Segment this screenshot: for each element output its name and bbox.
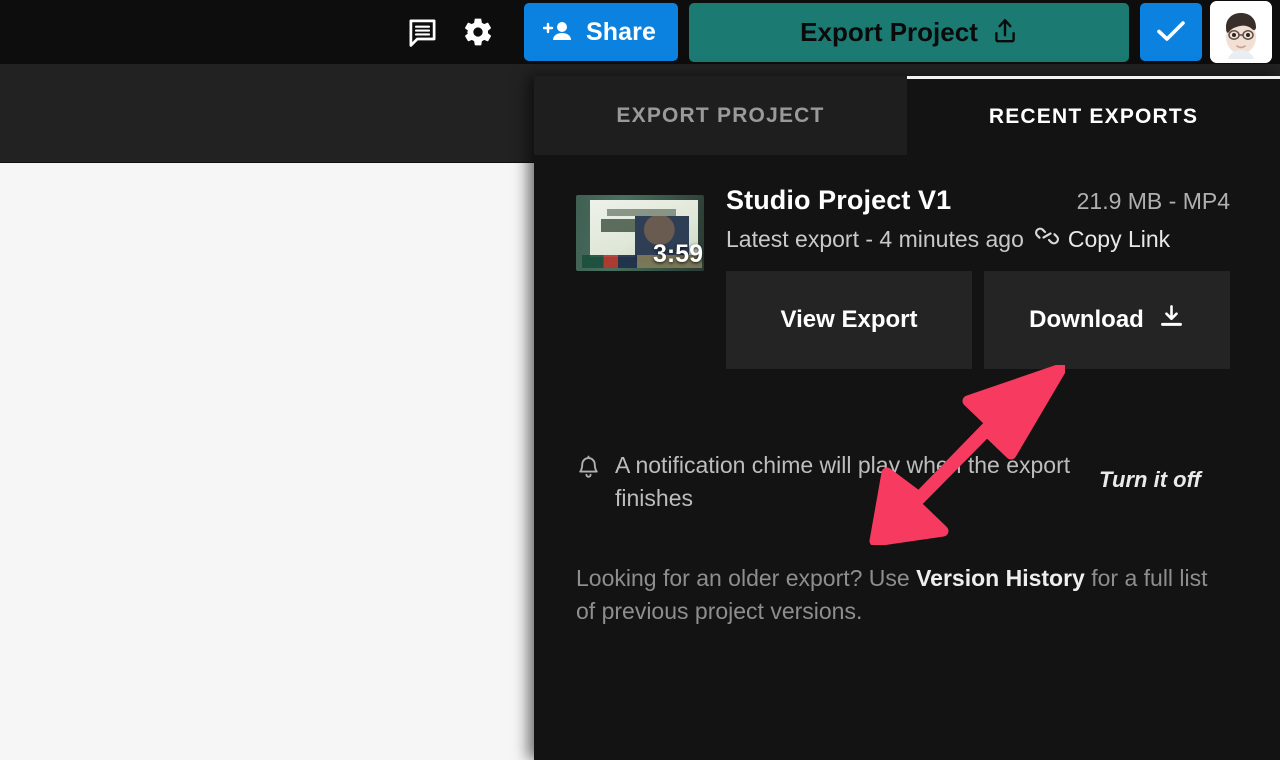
add-person-icon bbox=[542, 18, 573, 47]
export-header-line: Studio Project V1 21.9 MB - MP4 bbox=[726, 185, 1230, 216]
bell-icon bbox=[576, 455, 601, 487]
turn-off-notification-link[interactable]: Turn it off bbox=[1099, 467, 1201, 493]
upload-icon bbox=[992, 17, 1018, 48]
app-root: Share Export Project EXPORT PROJECT RECE… bbox=[0, 0, 1280, 760]
panel-body: 3:59 Studio Project V1 21.9 MB - MP4 Lat… bbox=[534, 155, 1280, 628]
export-details: Studio Project V1 21.9 MB - MP4 Latest e… bbox=[726, 185, 1230, 369]
share-button[interactable]: Share bbox=[524, 3, 678, 61]
check-icon bbox=[1155, 18, 1187, 47]
recent-exports-panel: EXPORT PROJECT RECENT EXPORTS 3:59 Studi… bbox=[534, 76, 1280, 760]
confirm-button[interactable] bbox=[1140, 3, 1202, 61]
export-actions: View Export Download bbox=[726, 271, 1230, 369]
older-note-prefix: Looking for an older export? Use bbox=[576, 565, 917, 592]
export-duration: 3:59 bbox=[652, 240, 703, 268]
editor-topbar: Share Export Project bbox=[0, 0, 1280, 64]
download-button[interactable]: Download bbox=[984, 271, 1230, 369]
older-export-note: Looking for an older export? Use Version… bbox=[576, 562, 1221, 627]
copy-link-button[interactable]: Copy Link bbox=[1068, 226, 1170, 253]
avatar[interactable] bbox=[1210, 1, 1272, 63]
export-status: Latest export - 4 minutes ago bbox=[726, 225, 1024, 252]
export-thumbnail[interactable]: 3:59 bbox=[576, 195, 704, 271]
version-history-link[interactable]: Version History bbox=[916, 565, 1085, 591]
link-icon bbox=[1034, 225, 1060, 253]
notification-text: A notification chime will play when the … bbox=[615, 452, 1071, 511]
tab-recent-exports[interactable]: RECENT EXPORTS bbox=[907, 76, 1280, 155]
view-export-button[interactable]: View Export bbox=[726, 271, 972, 369]
export-status-line: Latest export - 4 minutes ago Copy Link bbox=[726, 225, 1230, 253]
export-item: 3:59 Studio Project V1 21.9 MB - MP4 Lat… bbox=[576, 185, 1230, 369]
download-label: Download bbox=[1029, 306, 1144, 333]
tab-export-project[interactable]: EXPORT PROJECT bbox=[534, 76, 907, 155]
view-export-label: View Export bbox=[780, 306, 918, 333]
avatar-illustration bbox=[1210, 1, 1272, 63]
comments-button[interactable] bbox=[394, 0, 450, 64]
panel-tabs: EXPORT PROJECT RECENT EXPORTS bbox=[534, 76, 1280, 155]
gear-icon bbox=[462, 16, 494, 48]
share-label: Share bbox=[586, 17, 656, 46]
export-project-button[interactable]: Export Project bbox=[689, 2, 1129, 62]
export-project-label: Export Project bbox=[800, 17, 978, 47]
export-title: Studio Project V1 bbox=[726, 185, 952, 215]
comment-icon bbox=[407, 17, 438, 48]
export-filesize: 21.9 MB - MP4 bbox=[1076, 188, 1230, 214]
notification-row: A notification chime will play when the … bbox=[576, 449, 1230, 514]
download-icon bbox=[1158, 303, 1185, 337]
settings-button[interactable] bbox=[450, 0, 506, 64]
